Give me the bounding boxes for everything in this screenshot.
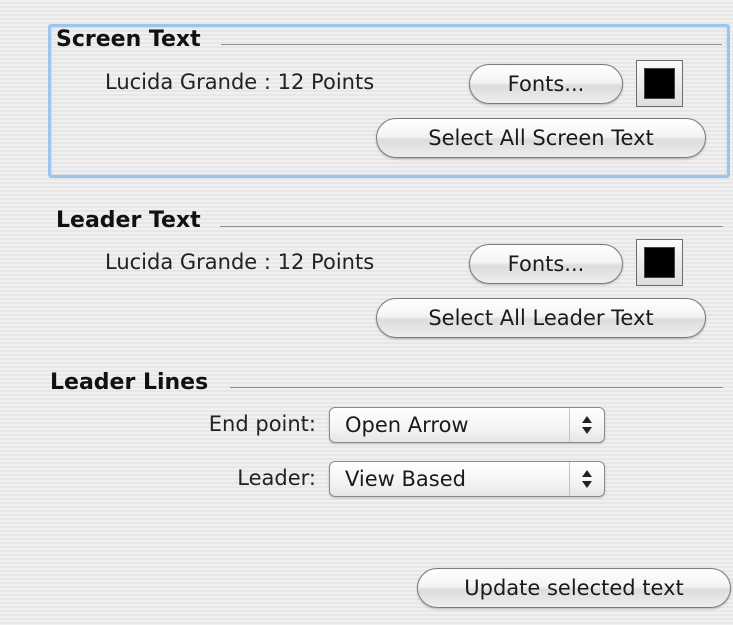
- leader-text-fonts-button[interactable]: Fonts...: [469, 244, 623, 284]
- updown-arrows-icon: [569, 462, 604, 496]
- select-all-leader-text-button[interactable]: Select All Leader Text: [376, 298, 706, 338]
- screen-text-title: Screen Text: [56, 27, 201, 52]
- select-all-screen-text-button[interactable]: Select All Screen Text: [376, 118, 706, 158]
- screen-text-color-swatch: [644, 68, 675, 99]
- updown-arrows-icon: [569, 408, 604, 442]
- leader-text-color-well[interactable]: [636, 239, 683, 286]
- end-point-value: Open Arrow: [345, 413, 469, 437]
- leader-label: Leader:: [237, 466, 316, 490]
- update-selected-text-button[interactable]: Update selected text: [417, 568, 731, 608]
- leader-text-color-swatch: [644, 247, 675, 278]
- leader-text-separator: [220, 226, 723, 227]
- screen-text-separator: [221, 44, 722, 45]
- screen-text-color-well[interactable]: [636, 60, 683, 107]
- leader-value: View Based: [345, 467, 466, 491]
- end-point-label: End point:: [208, 412, 316, 436]
- leader-popup[interactable]: View Based: [329, 461, 605, 497]
- leader-text-title: Leader Text: [56, 208, 201, 233]
- screen-text-font-description: Lucida Grande : 12 Points: [105, 70, 375, 94]
- screen-text-fonts-button[interactable]: Fonts...: [469, 64, 623, 104]
- end-point-popup[interactable]: Open Arrow: [329, 407, 605, 443]
- leader-lines-title: Leader Lines: [50, 370, 209, 395]
- leader-lines-separator: [230, 387, 723, 388]
- leader-text-font-description: Lucida Grande : 12 Points: [105, 250, 375, 274]
